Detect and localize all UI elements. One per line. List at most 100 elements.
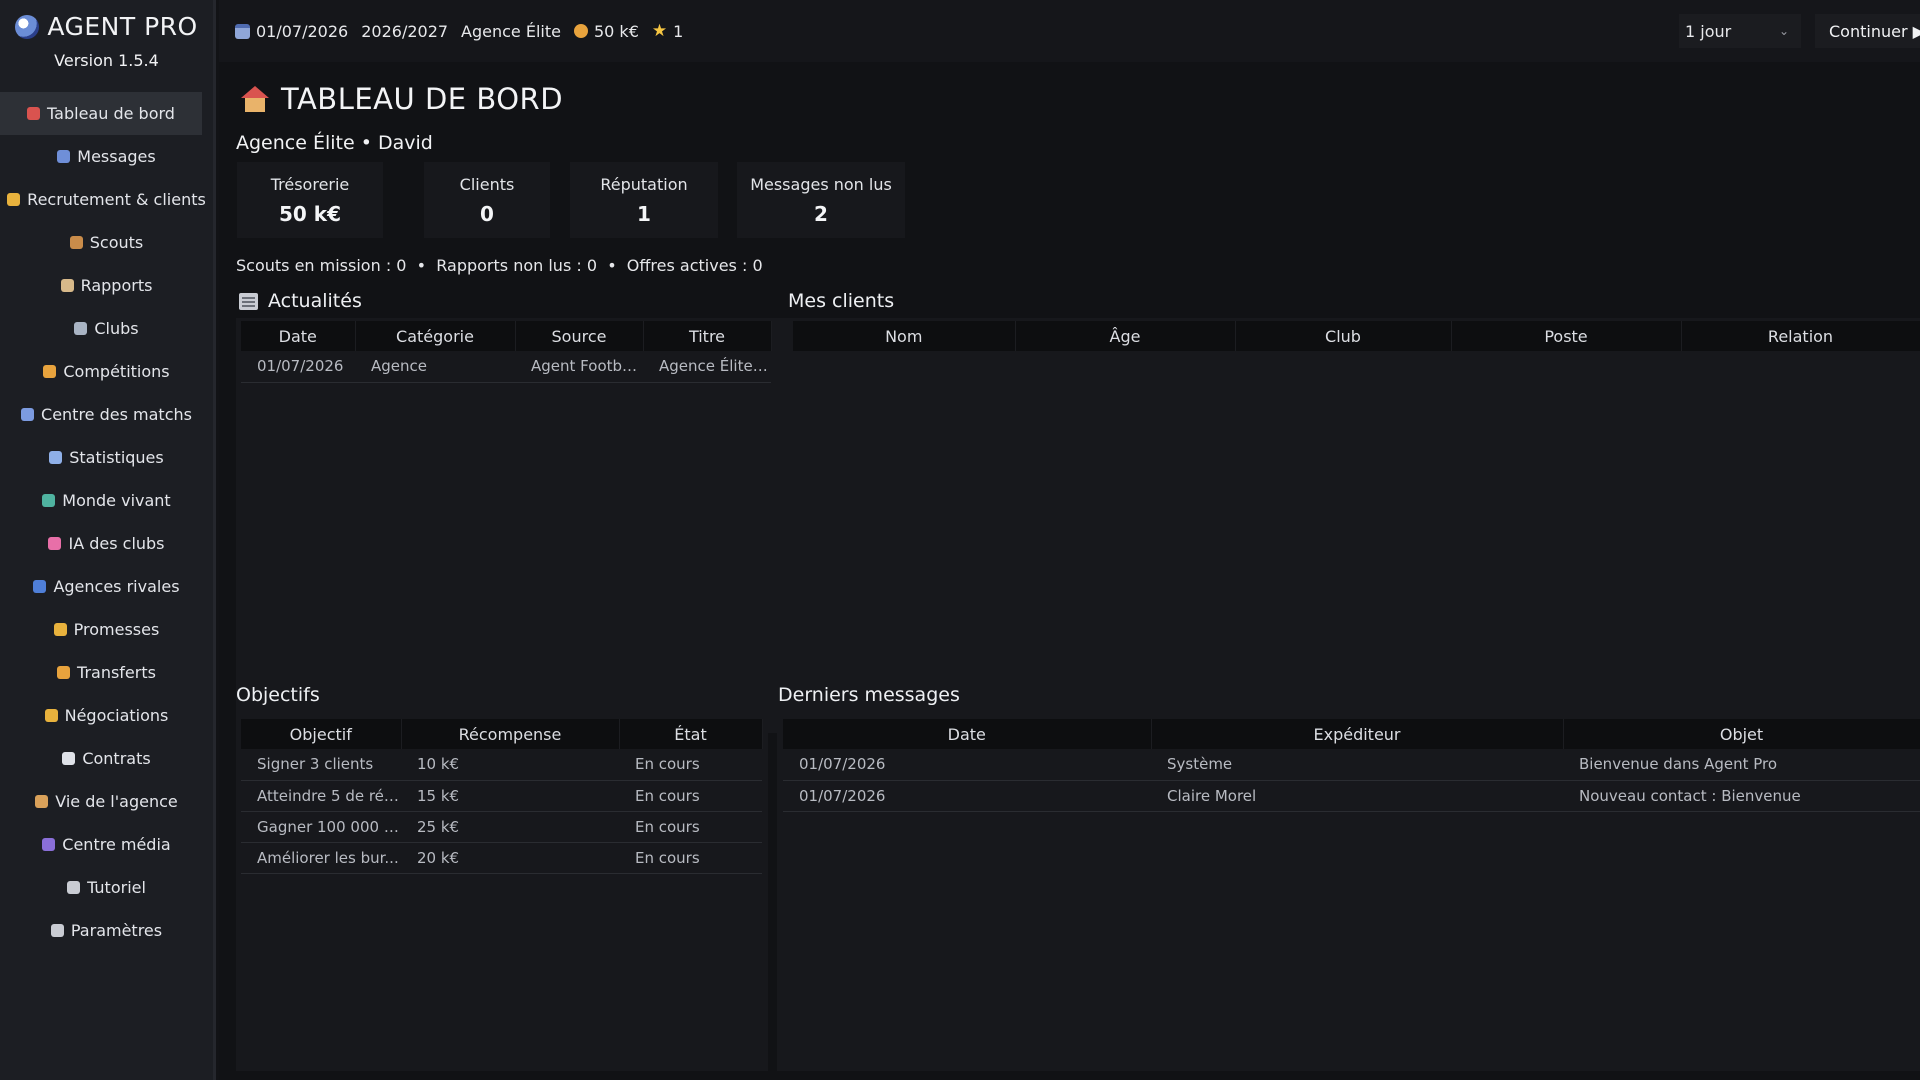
sidebar-item-label: Clubs bbox=[94, 319, 139, 338]
stat-card-clients: Clients 0 bbox=[424, 162, 550, 238]
clients-title: Mes clients bbox=[788, 290, 894, 312]
sidebar-item-5[interactable]: Clubs bbox=[0, 307, 213, 350]
news-cell: Agent Football ... bbox=[515, 351, 643, 383]
news-column-header[interactable]: Source bbox=[515, 321, 644, 351]
agency-name: Agence Élite bbox=[461, 21, 561, 41]
sidebar-item-13[interactable]: Transferts bbox=[0, 651, 213, 694]
brand: AGENT PRO Version 1.5.4 bbox=[0, 0, 213, 92]
app-version: Version 1.5.4 bbox=[54, 51, 159, 70]
messages-cell: Bienvenue dans Agent Pro bbox=[1563, 749, 1920, 781]
objectives-cell: En cours bbox=[619, 749, 762, 781]
sidebar-item-label: Rapports bbox=[80, 276, 153, 295]
star-icon: ★ bbox=[651, 21, 668, 41]
clients-column-header[interactable]: Club bbox=[1235, 321, 1452, 351]
season: 2026/2027 bbox=[361, 21, 449, 41]
objectives-row[interactable]: Signer 3 clients 10 k€ En cours bbox=[241, 749, 762, 781]
sidebar-item-4[interactable]: Rapports bbox=[0, 264, 213, 307]
sidebar-item-7[interactable]: Centre des matchs bbox=[0, 393, 213, 436]
sidebar-item-9[interactable]: Monde vivant bbox=[0, 479, 213, 522]
media-icon bbox=[42, 838, 56, 851]
sidebar-item-19[interactable]: Paramètres bbox=[0, 909, 213, 952]
mail-icon bbox=[57, 150, 71, 163]
sidebar-item-17[interactable]: Centre média bbox=[0, 823, 213, 866]
messages-row[interactable]: 01/07/2026 Système Bienvenue dans Agent Pr… bbox=[783, 749, 1920, 781]
stat-card-tresorerie: Trésorerie 50 k€ bbox=[237, 162, 383, 238]
house-icon bbox=[241, 86, 269, 112]
speed-select[interactable]: 1 jour ⌄ bbox=[1679, 14, 1801, 48]
sidebar-item-label: Recrutement & clients bbox=[27, 190, 206, 209]
sidebar-item-0[interactable]: Tableau de bord bbox=[0, 92, 202, 135]
page-title: TABLEAU DE BORD bbox=[241, 82, 563, 116]
sidebar-item-3[interactable]: Scouts bbox=[0, 221, 213, 264]
messages-cell: 01/07/2026 bbox=[783, 780, 1151, 812]
agency-line: Agence Élite • David bbox=[236, 132, 433, 154]
sidebar-item-15[interactable]: Contrats bbox=[0, 737, 213, 780]
objectives-row[interactable]: Gagner 100 000 € ... 25 k€ En cours bbox=[241, 811, 762, 843]
speed-value: 1 jour bbox=[1685, 21, 1732, 41]
objectives-column-header[interactable]: État bbox=[619, 719, 763, 749]
clipboard-icon bbox=[60, 279, 74, 292]
objectives-title-text: Objectifs bbox=[236, 684, 320, 706]
main-content: TABLEAU DE BORD Agence Élite • David Tré… bbox=[219, 62, 1920, 1080]
messages-table: Date Expéditeur Objet 01/07/2026 Système Bie… bbox=[783, 719, 1920, 812]
objectives-column-header[interactable]: Récompense bbox=[401, 719, 620, 749]
messages-column-header[interactable]: Date bbox=[783, 719, 1152, 749]
sidebar-item-12[interactable]: Promesses bbox=[0, 608, 213, 651]
objectives-cell: En cours bbox=[619, 842, 762, 874]
continue-button[interactable]: Continuer ▶ bbox=[1815, 14, 1920, 48]
newspaper-icon bbox=[239, 292, 258, 310]
news-column-header[interactable]: Titre bbox=[643, 321, 772, 351]
stat-label: Trésorerie bbox=[270, 175, 350, 194]
clients-panel: Nom Âge Club Poste Relation bbox=[787, 318, 1920, 733]
stat-card-messages-non-lus: Messages non lus 2 bbox=[737, 162, 905, 238]
current-date: 01/07/2026 bbox=[256, 21, 349, 41]
objectives-cell: Signer 3 clients bbox=[241, 749, 401, 781]
bar-chart-icon bbox=[49, 451, 63, 464]
sidebar: AGENT PRO Version 1.5.4 Tableau de bord M… bbox=[0, 0, 216, 1080]
top-bar: 01/07/2026 2026/2027 Agence Élite 50 k€ … bbox=[219, 0, 1920, 62]
sidebar-item-2[interactable]: Recrutement & clients bbox=[0, 178, 213, 221]
objectives-cell: 15 k€ bbox=[401, 780, 619, 812]
sidebar-item-label: Compétitions bbox=[63, 362, 170, 381]
news-column-header[interactable]: Date bbox=[241, 321, 356, 351]
stadium-icon bbox=[74, 322, 88, 335]
continue-label: Continuer ▶ bbox=[1829, 21, 1920, 41]
sidebar-item-6[interactable]: Compétitions bbox=[0, 350, 213, 393]
objectives-row[interactable]: Améliorer les bur... 20 k€ En cours bbox=[241, 842, 762, 874]
sidebar-item-label: Contrats bbox=[82, 749, 151, 768]
news-row[interactable]: 01/07/2026AgenceAgent Football ...Agence… bbox=[241, 351, 771, 383]
sidebar-item-label: IA des clubs bbox=[68, 534, 165, 553]
chevron-down-icon: ⌄ bbox=[1778, 24, 1789, 38]
stat-label: Réputation bbox=[600, 175, 688, 194]
stat-value: 50 k€ bbox=[278, 202, 341, 226]
sidebar-item-1[interactable]: Messages bbox=[0, 135, 213, 178]
news-title-text: Actualités bbox=[268, 290, 362, 312]
person-icon bbox=[35, 795, 49, 808]
objectives-cell: 20 k€ bbox=[401, 842, 619, 874]
sidebar-item-10[interactable]: IA des clubs bbox=[0, 522, 213, 565]
sidebar-item-11[interactable]: Agences rivales bbox=[0, 565, 213, 608]
sidebar-item-label: Monde vivant bbox=[62, 491, 171, 510]
clients-column-header[interactable]: Âge bbox=[1015, 321, 1236, 351]
sidebar-item-18[interactable]: Tutoriel bbox=[0, 866, 213, 909]
messages-row[interactable]: 01/07/2026 Claire Morel Nouveau contact : … bbox=[783, 780, 1920, 812]
clients-column-header[interactable]: Relation bbox=[1681, 321, 1920, 351]
sidebar-item-label: Paramètres bbox=[70, 921, 163, 940]
clients-column-header[interactable]: Poste bbox=[1451, 321, 1682, 351]
messages-column-header[interactable]: Objet bbox=[1563, 719, 1920, 749]
sidebar-item-16[interactable]: Vie de l'agence bbox=[0, 780, 213, 823]
handshake-icon bbox=[53, 623, 67, 636]
objectives-cell: Améliorer les bur... bbox=[241, 842, 401, 874]
news-cell: Agence bbox=[355, 351, 515, 383]
news-column-header[interactable]: Catégorie bbox=[355, 321, 516, 351]
clients-column-header[interactable]: Nom bbox=[793, 321, 1016, 351]
objectives-cell: En cours bbox=[619, 811, 762, 843]
objectives-column-header[interactable]: Objectif bbox=[241, 719, 402, 749]
money-bag-icon bbox=[57, 666, 71, 679]
sidebar-item-label: Messages bbox=[77, 147, 156, 166]
sidebar-item-8[interactable]: Statistiques bbox=[0, 436, 213, 479]
sidebar-item-label: Centre des matchs bbox=[41, 405, 192, 424]
messages-column-header[interactable]: Expéditeur bbox=[1151, 719, 1564, 749]
objectives-row[interactable]: Atteindre 5 de rép... 15 k€ En cours bbox=[241, 780, 762, 812]
sidebar-item-14[interactable]: Négociations bbox=[0, 694, 213, 737]
